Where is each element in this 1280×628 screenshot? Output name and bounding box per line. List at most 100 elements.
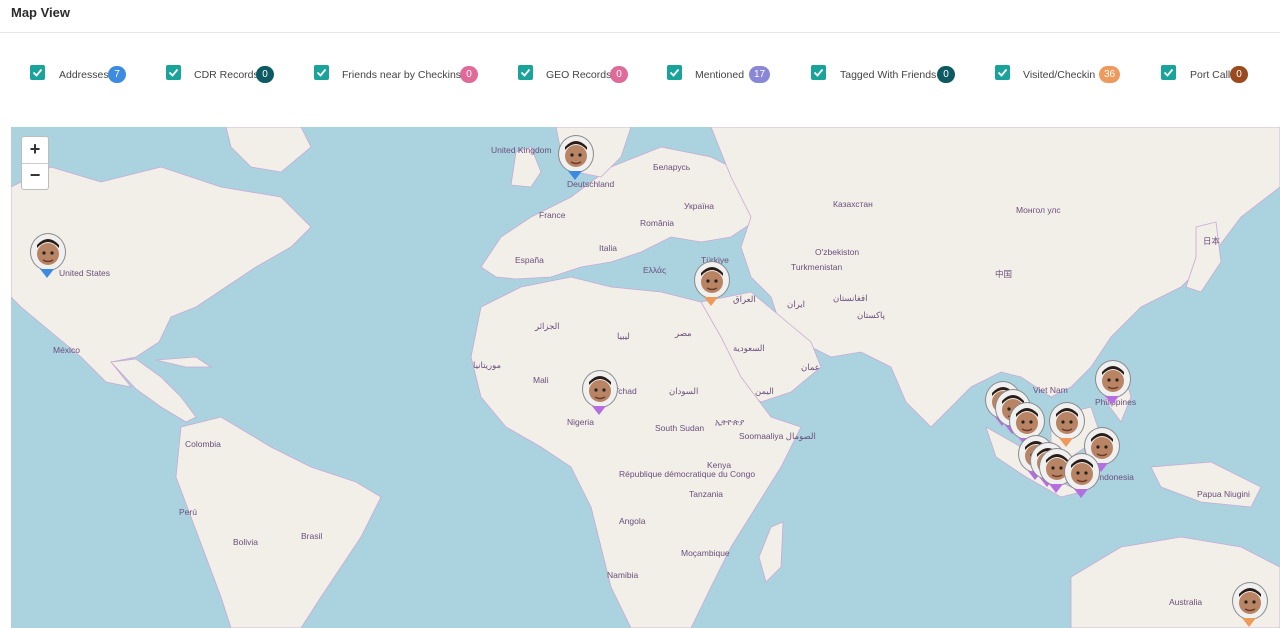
zoom-control: + − (21, 136, 49, 190)
count-badge: 0 (256, 66, 274, 83)
marker-pin (1074, 489, 1088, 498)
world-map[interactable]: + − United Kingdom Deutschland Беларусь … (11, 127, 1280, 628)
avatar (582, 370, 618, 408)
map-marker-mentioned[interactable] (1062, 453, 1100, 501)
map-label: Nigeria (567, 417, 594, 427)
map-label: O'zbekiston (815, 247, 860, 257)
map-label: Tanzania (689, 489, 724, 499)
marker-pin (592, 406, 606, 415)
count-badge: 0 (460, 66, 478, 83)
avatar (1064, 453, 1100, 491)
map-label: ایران (787, 299, 806, 309)
map-label: Australia (1169, 597, 1203, 607)
map-marker-visited[interactable] (1230, 582, 1268, 628)
checkbox[interactable] (518, 65, 533, 80)
map-label: Soomaaliya الصومال (739, 431, 816, 441)
map-label: Ελλάς (643, 265, 667, 275)
map-label: العراق (733, 294, 756, 304)
map-label: Italia (599, 243, 617, 253)
count-badge: 36 (1099, 66, 1121, 83)
map-label: Turkmenistan (791, 262, 843, 272)
zoom-in-button[interactable]: + (22, 137, 48, 164)
marker-pin (1049, 484, 1063, 493)
zoom-out-button[interactable]: − (22, 163, 48, 189)
map-label: Namibia (607, 570, 639, 580)
map-label: Perú (179, 507, 197, 517)
map-label: Монгол улс (1016, 205, 1061, 215)
marker-pin (40, 269, 54, 278)
map-label: ኢትዮጵያ (715, 417, 745, 427)
map-label: Moçambique (681, 548, 730, 558)
filter-label: Visited/Checkin (1023, 69, 1096, 81)
filter-label: Friends near by Checkins (342, 69, 462, 81)
checkbox[interactable] (166, 65, 181, 80)
map-marker-mentioned[interactable] (580, 370, 618, 418)
filter-label: CDR Records (194, 69, 259, 81)
map-label: România (640, 218, 675, 228)
map-marker-mentioned[interactable] (1093, 360, 1131, 408)
count-badge: 0 (1230, 66, 1248, 83)
avatar (1095, 360, 1131, 398)
marker-pin (568, 171, 582, 180)
map-label: Papua Niugini (1197, 489, 1250, 499)
avatar (558, 135, 594, 173)
marker-pin (704, 297, 718, 306)
checkbox[interactable] (30, 65, 45, 80)
filter-label: Addresses (59, 69, 109, 81)
map-label: France (539, 210, 566, 220)
greenland-landmass (225, 127, 312, 173)
map-label: Colombia (185, 439, 221, 449)
map-label: Mali (533, 375, 549, 385)
map-label: افغانستان (833, 293, 868, 303)
map-label: Беларусь (653, 162, 691, 172)
page-title: Map View (11, 5, 71, 20)
map-label: España (515, 255, 544, 265)
map-land (11, 127, 1280, 628)
filter-bar: Addresses 7 CDR Records 0 Friends near b… (0, 58, 1280, 92)
avatar (694, 261, 730, 299)
map-label: Україна (684, 201, 714, 211)
map-label: 日本 (1203, 236, 1221, 246)
map-label: South Sudan (655, 423, 705, 433)
checkbox[interactable] (995, 65, 1010, 80)
checkbox[interactable] (1161, 65, 1176, 80)
count-badge: 17 (749, 66, 771, 83)
map-label: Bolivia (233, 537, 259, 547)
map-label: موريتانيا (473, 360, 502, 370)
map-label: السودان (669, 386, 699, 396)
map-label: United Kingdom (491, 145, 552, 155)
map-label: Казахстан (833, 199, 873, 209)
count-badge: 0 (610, 66, 628, 83)
map-label: عمان (801, 362, 820, 372)
marker-pin (1242, 618, 1256, 627)
map-label: السعودية (733, 343, 765, 353)
map-label: México (53, 345, 80, 355)
map-label: 中国 (995, 269, 1013, 279)
checkbox[interactable] (667, 65, 682, 80)
avatar (30, 233, 66, 271)
caribbean-landmass (155, 356, 213, 368)
map-marker-addresses[interactable] (556, 135, 594, 183)
map-label: Viet Nam (1033, 385, 1068, 395)
checkbox[interactable] (811, 65, 826, 80)
map-label: مصر (675, 328, 692, 338)
map-label: اليمن (755, 386, 774, 396)
avatar (1232, 582, 1268, 620)
map-marker-addresses[interactable] (28, 233, 66, 281)
count-badge: 7 (108, 66, 126, 83)
map-label: United States (59, 268, 111, 278)
checkbox[interactable] (314, 65, 329, 80)
map-label: پاکستان (857, 310, 885, 320)
map-label: Angola (619, 516, 646, 526)
madagascar-landmass (758, 521, 784, 583)
count-badge: 0 (937, 66, 955, 83)
map-label: الجزائر (535, 321, 560, 331)
map-marker-visited[interactable] (692, 261, 730, 309)
central-america-landmass (110, 358, 197, 423)
avatar (1049, 402, 1085, 440)
header: Map View (0, 0, 1280, 33)
map-label: ليبيا (617, 331, 630, 341)
filter-label: Mentioned (695, 69, 745, 81)
map-label: Brasil (301, 531, 323, 541)
filter-label: Tagged With Friends (840, 69, 937, 81)
